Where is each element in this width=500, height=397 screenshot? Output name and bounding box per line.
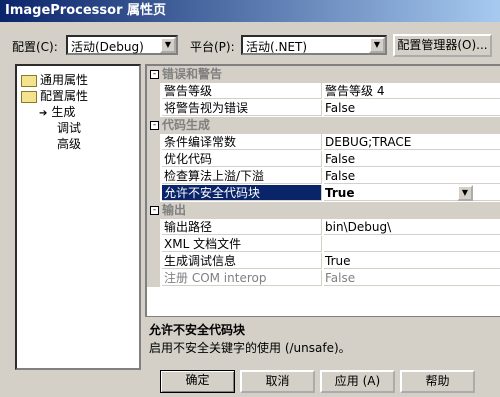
apply-button[interactable]: 应用 (A) [320, 370, 395, 393]
tree-item-label: 生成 [51, 105, 76, 119]
property-key: 允许不安全代码块 [162, 185, 322, 201]
window-title: ImageProcessor 属性页 [0, 0, 500, 22]
property-value[interactable]: False [324, 168, 500, 184]
cancel-button[interactable]: 取消 [240, 370, 315, 393]
property-row[interactable]: XML 文档文件 [147, 236, 500, 253]
folder-icon [21, 74, 37, 87]
property-key: 将警告视为错误 [162, 100, 322, 116]
property-row[interactable]: 条件编译常数 DEBUG;TRACE [147, 134, 500, 151]
tree-item-build[interactable]: ➔ 生成 [39, 103, 75, 120]
category-title: 输出 [162, 203, 187, 217]
property-value[interactable]: DEBUG;TRACE [324, 134, 500, 150]
property-row[interactable]: 生成调试信息 True [147, 253, 500, 270]
property-value[interactable]: bin\Debug\ [324, 219, 500, 235]
property-value[interactable]: True [324, 185, 500, 201]
ok-button[interactable]: 确定 [160, 370, 235, 393]
description-title: 允许不安全代码块 [149, 323, 246, 337]
property-value[interactable]: True [324, 253, 500, 269]
tree-item-advanced[interactable]: 高级 [57, 135, 81, 152]
property-key: XML 文档文件 [162, 236, 322, 252]
collapse-icon[interactable]: - [150, 206, 159, 215]
chevron-down-icon[interactable]: ▼ [369, 37, 385, 53]
property-key: 注册 COM interop [162, 270, 322, 286]
property-key: 检查算法上溢/下溢 [162, 168, 322, 184]
config-manager-button[interactable]: 配置管理器(O)... [393, 34, 492, 57]
category-tree: 通用属性 配置属性 ➔ 生成 调试 高级 [15, 64, 141, 370]
property-grid: - 错误和警告 警告等级 警告等级 4 将警告视为错误 False - 代码生成… [145, 64, 500, 316]
property-row-disabled: 注册 COM interop False [147, 270, 500, 287]
collapse-icon[interactable]: - [150, 70, 159, 79]
property-key: 优化代码 [162, 151, 322, 167]
config-value: 活动(Debug) [71, 40, 144, 54]
category-title: 错误和警告 [162, 67, 223, 81]
description-text: 启用不安全关键字的使用 (/unsafe)。 [149, 341, 351, 355]
property-value[interactable]: False [324, 151, 500, 167]
tree-item-label: 高级 [57, 137, 82, 151]
collapse-icon[interactable]: - [150, 121, 159, 130]
tree-item-label: 通用属性 [40, 73, 89, 87]
property-key: 输出路径 [162, 219, 322, 235]
category-title: 代码生成 [162, 118, 211, 132]
chevron-down-icon[interactable]: ▼ [160, 37, 176, 53]
arrow-right-icon: ➔ [39, 108, 48, 119]
category-errors-warnings[interactable]: - 错误和警告 [147, 66, 500, 83]
property-row[interactable]: 警告等级 警告等级 4 [147, 83, 500, 100]
chevron-down-icon[interactable]: ▼ [457, 185, 473, 201]
tree-item-label: 配置属性 [40, 89, 89, 103]
property-key: 条件编译常数 [162, 134, 322, 150]
tree-item-config[interactable]: 配置属性 [21, 87, 88, 104]
property-key: 警告等级 [162, 83, 322, 99]
property-value[interactable]: 警告等级 4 [324, 83, 500, 99]
category-output[interactable]: - 输出 [147, 202, 500, 219]
property-row[interactable]: 将警告视为错误 False [147, 100, 500, 117]
property-row[interactable]: 检查算法上溢/下溢 False [147, 168, 500, 185]
platform-label: 平台(P): [190, 40, 235, 54]
property-key: 生成调试信息 [162, 253, 322, 269]
tree-item-label: 调试 [57, 121, 82, 135]
tree-item-common[interactable]: 通用属性 [21, 71, 88, 88]
config-select[interactable]: 活动(Debug) ▼ [66, 35, 178, 55]
property-row-selected[interactable]: 允许不安全代码块 True ▼ [147, 185, 500, 202]
help-button[interactable]: 帮助 [400, 370, 475, 393]
property-row[interactable]: 优化代码 False [147, 151, 500, 168]
config-label: 配置(C): [12, 40, 58, 54]
tree-item-debug[interactable]: 调试 [57, 119, 81, 136]
category-code-generation[interactable]: - 代码生成 [147, 117, 500, 134]
folder-icon [21, 90, 37, 103]
platform-value: 活动(.NET) [246, 40, 308, 54]
description-pane: 允许不安全代码块 启用不安全关键字的使用 (/unsafe)。 [145, 316, 500, 366]
platform-select[interactable]: 活动(.NET) ▼ [241, 35, 387, 55]
property-value: False [324, 270, 500, 286]
property-value[interactable]: False [324, 100, 500, 116]
property-row[interactable]: 输出路径 bin\Debug\ [147, 219, 500, 236]
property-value[interactable] [324, 236, 500, 252]
